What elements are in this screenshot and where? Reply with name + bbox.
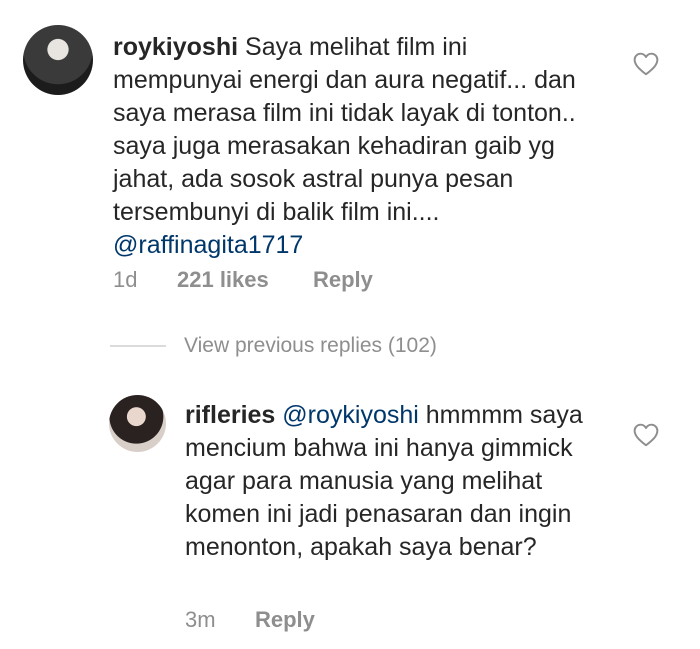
comment-username[interactable]: roykiyoshi bbox=[113, 33, 238, 61]
heart-outline-icon[interactable] bbox=[633, 52, 659, 76]
comment-timestamp: 1d bbox=[113, 267, 138, 292]
reply-timestamp: 3m bbox=[185, 607, 216, 632]
reply-mention[interactable]: @roykiyoshi bbox=[282, 401, 419, 429]
view-previous-replies[interactable]: View previous replies (102) bbox=[110, 334, 437, 358]
comment-text: roykiyoshi Saya melihat film ini mempuny… bbox=[113, 31, 583, 262]
reply-meta: 3m Reply bbox=[185, 607, 315, 633]
heart-outline-icon[interactable] bbox=[633, 423, 659, 447]
avatar-rifleries[interactable] bbox=[109, 395, 166, 452]
view-replies-label[interactable]: View previous replies (102) bbox=[184, 334, 437, 358]
reply-button[interactable]: Reply bbox=[313, 267, 373, 293]
reply-username[interactable]: rifleries bbox=[185, 401, 275, 429]
avatar-roykiyoshi[interactable] bbox=[23, 25, 93, 95]
comment-likes-count[interactable]: 221 likes bbox=[177, 267, 313, 293]
comment-mention[interactable]: @raffinagita1717 bbox=[113, 231, 303, 259]
reply-text: rifleries @roykiyoshi hmmmm saya mencium… bbox=[185, 399, 605, 564]
comment-body: Saya melihat film ini mempunyai energi d… bbox=[113, 33, 576, 226]
comment-meta: 1d 221 likes Reply bbox=[113, 267, 373, 293]
reply-button[interactable]: Reply bbox=[255, 607, 315, 633]
replies-divider bbox=[110, 345, 166, 347]
